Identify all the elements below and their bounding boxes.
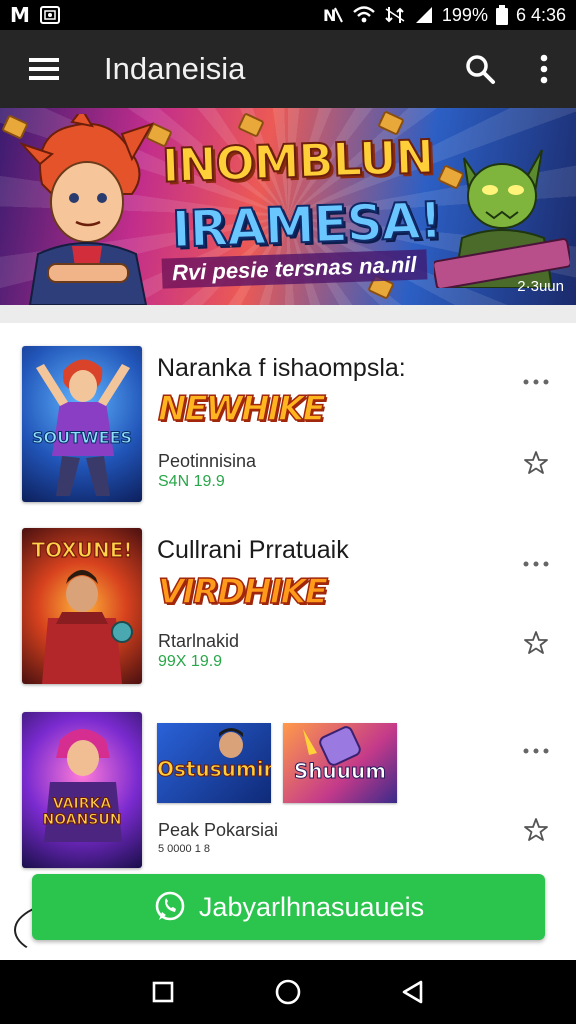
item-thumbnail: SOUTWEES: [22, 346, 142, 502]
item-price: 5 0000 1 8: [158, 843, 210, 855]
screenshot-title: Shuuum: [293, 759, 387, 784]
battery-icon: [495, 5, 508, 25]
status-bar: M N 199% 6 4:36: [0, 0, 576, 30]
status-right: N 199% 6 4:36: [322, 5, 566, 26]
hamburger-menu-icon[interactable]: [0, 30, 88, 108]
item-more-icon[interactable]: [512, 368, 560, 396]
thumbnail-title: VAIRKA NOANSUN: [42, 796, 122, 829]
status-time: 6 4:36: [515, 4, 566, 25]
banner-title-line-1: INOMBLUN: [160, 128, 435, 193]
item-more-icon[interactable]: [512, 737, 560, 765]
signal-icon: [414, 5, 434, 25]
item-title: Naranka f ishaompsla:: [157, 354, 406, 382]
item-subtitle: Peotinnisina: [158, 451, 257, 471]
cta-label: Jabyarlhnasuaueis: [198, 891, 425, 922]
battery-percent: 199%: [441, 4, 488, 25]
app-screen: M N 199% 6 4:36 Indaneisia INOMBLUN IRAM…: [0, 0, 576, 1024]
whatsapp-share-button[interactable]: Jabyarlhnasuaueis: [32, 874, 545, 940]
home-icon[interactable]: [258, 962, 318, 1022]
thumbnail-title: SOUTWEES: [31, 428, 133, 448]
item-subtitle: Rtarlnakid: [158, 631, 240, 651]
list-item[interactable]: TOXUNE! Cullrani Prratuaik VIRDHIKE Rtar…: [0, 506, 576, 686]
item-title: Cullrani Prratuaik: [157, 536, 349, 564]
item-badge: NEWHIKE: [157, 388, 326, 430]
screenshot-thumbnail[interactable]: Ostusumin: [157, 723, 271, 803]
promo-banner[interactable]: INOMBLUN IRAMESA! Rvi pesie tersnas na.n…: [0, 108, 576, 305]
item-subtitle: Peak Pokarsiai: [158, 820, 279, 840]
favorite-star-icon[interactable]: [516, 443, 556, 483]
search-icon[interactable]: [448, 30, 512, 108]
item-more-icon[interactable]: [512, 550, 560, 578]
item-price: 99X 19.9: [158, 653, 223, 670]
status-app-icon: M: [10, 3, 30, 27]
app-bar: Indaneisia: [0, 30, 576, 108]
list-item[interactable]: SOUTWEES Naranka f ishaompsla: NEWHIKE P…: [0, 323, 576, 503]
list-item[interactable]: VAIRKA NOANSUN Ostusumin Shuuum Peak Pok…: [0, 689, 576, 868]
recent-apps-icon[interactable]: [133, 962, 193, 1022]
app-bar-actions: [448, 30, 576, 108]
thumbnail-title: TOXUNE!: [31, 537, 133, 562]
system-nav-bar: [0, 960, 576, 1024]
back-icon[interactable]: [383, 962, 443, 1022]
favorite-star-icon[interactable]: [516, 810, 556, 850]
item-thumbnail: TOXUNE!: [22, 528, 142, 684]
whatsapp-icon: [153, 890, 187, 924]
banner-title-line-2: IRAMESA!: [170, 190, 443, 259]
banner-divider: [0, 305, 576, 323]
status-left: M: [10, 3, 60, 27]
wifi-icon: [352, 5, 376, 25]
hero-character-image: [18, 114, 155, 305]
character-image: [36, 359, 130, 496]
item-thumbnail: VAIRKA NOANSUN: [22, 712, 142, 868]
item-price: S4N 19.9: [158, 473, 225, 490]
overflow-menu-icon[interactable]: [512, 30, 576, 108]
data-transfer-icon: [384, 5, 406, 25]
item-badge: VIRDHIKE: [157, 571, 329, 613]
character-image: [44, 729, 122, 842]
app-title: Indaneisia: [104, 51, 246, 86]
villain-character-image: [434, 149, 570, 288]
favorite-star-icon[interactable]: [516, 623, 556, 663]
photo-icon: [39, 6, 60, 24]
nfc-icon: N: [322, 5, 344, 25]
banner-corner-text: 2·3uun: [517, 278, 564, 295]
screenshot-thumbnail[interactable]: Shuuum: [283, 723, 397, 803]
screenshot-title: Ostusumin: [157, 757, 271, 782]
